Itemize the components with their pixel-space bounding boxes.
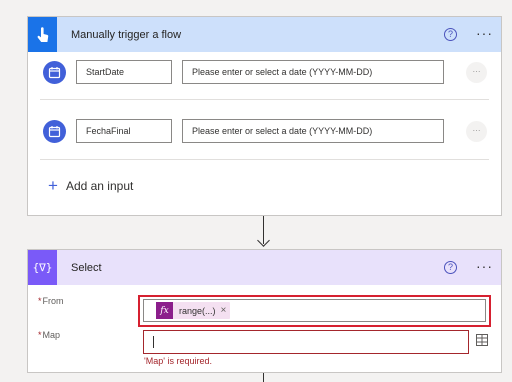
text-cursor	[153, 336, 154, 348]
add-input-button[interactable]: + Add an input	[48, 176, 134, 195]
trigger-card: Manually trigger a flow ? ··· StartDate …	[27, 16, 502, 216]
input-name-field[interactable]: StartDate	[76, 60, 172, 84]
trigger-header[interactable]: Manually trigger a flow ? ···	[28, 17, 501, 52]
function-icon: fx	[156, 302, 173, 319]
trigger-title: Manually trigger a flow	[71, 28, 182, 41]
calendar-icon	[43, 120, 66, 143]
map-error-message: 'Map' is required.	[144, 356, 212, 366]
map-label: *Map	[38, 330, 60, 340]
from-input[interactable]: fx range(...) ×	[143, 299, 486, 322]
more-options-icon[interactable]: ···	[476, 258, 493, 274]
more-options-icon[interactable]: ···	[476, 25, 493, 41]
from-label-text: From	[42, 296, 64, 306]
select-action-card: {∇} Select ? ··· *From fx range(...) × *…	[27, 249, 502, 373]
select-title: Select	[71, 261, 102, 274]
input-row-fechafinal: FechaFinal Please enter or select a date…	[28, 117, 501, 147]
plus-icon: +	[48, 176, 58, 195]
required-mark: *	[38, 296, 42, 306]
switch-map-mode-icon[interactable]	[476, 333, 488, 346]
expression-token[interactable]: fx range(...) ×	[156, 302, 231, 319]
remove-token-icon[interactable]: ×	[221, 305, 227, 316]
map-input[interactable]	[143, 330, 469, 354]
select-header[interactable]: {∇} Select ? ···	[28, 250, 501, 285]
map-label-text: Map	[42, 330, 61, 340]
token-text: range(...)	[179, 305, 216, 316]
input-options-icon[interactable]: ···	[466, 62, 487, 83]
touch-hand-icon	[28, 17, 57, 52]
required-mark: *	[38, 330, 42, 340]
data-operation-icon: {∇}	[28, 250, 57, 285]
date-input-field[interactable]: Please enter or select a date (YYYY-MM-D…	[182, 119, 444, 143]
help-icon[interactable]: ?	[444, 261, 457, 274]
help-icon[interactable]: ?	[444, 28, 457, 41]
calendar-icon	[43, 61, 66, 84]
date-input-field[interactable]: Please enter or select a date (YYYY-MM-D…	[182, 60, 444, 84]
input-name-field[interactable]: FechaFinal	[76, 119, 172, 143]
divider	[40, 99, 489, 100]
input-row-startdate: StartDate Please enter or select a date …	[28, 58, 501, 88]
divider	[40, 159, 489, 160]
add-input-label: Add an input	[65, 179, 134, 193]
from-label: *From	[38, 296, 64, 306]
input-options-icon[interactable]: ···	[466, 121, 487, 142]
arrow-down-icon	[257, 234, 270, 247]
flow-connector	[263, 373, 264, 382]
